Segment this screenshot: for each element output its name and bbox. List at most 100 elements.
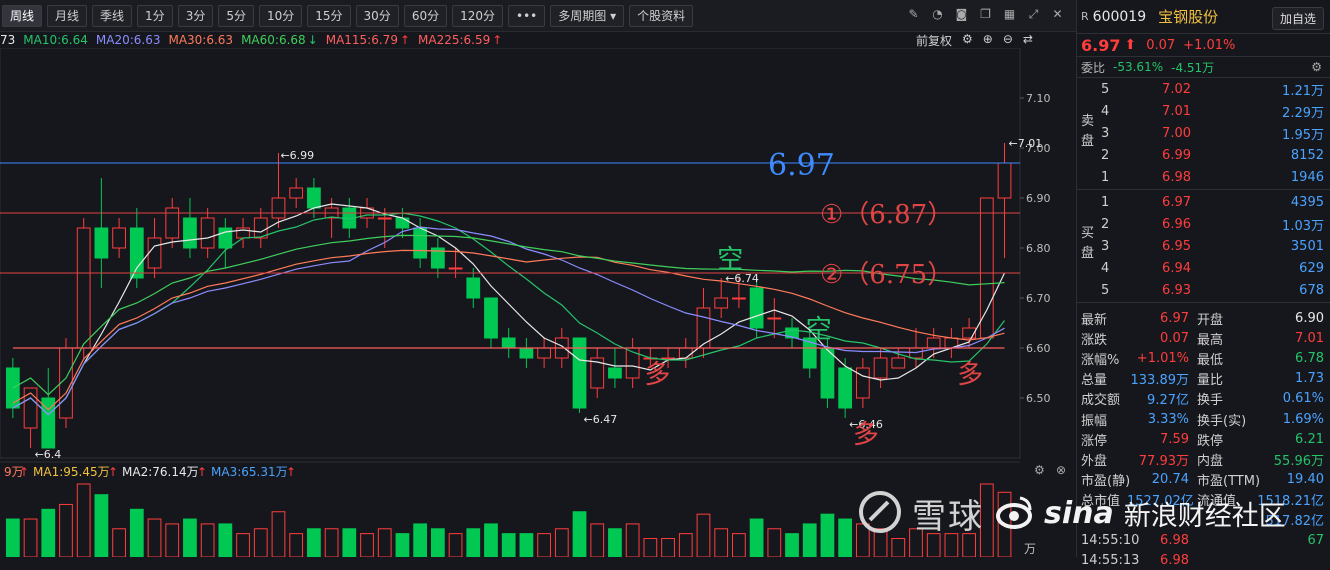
stat-value: 1.73 <box>1295 371 1324 387</box>
level-volume: 629 <box>1299 261 1324 277</box>
level-index: 5 <box>1101 81 1110 97</box>
book-separator <box>1077 189 1330 190</box>
brush-icon[interactable]: ✎ <box>907 8 920 21</box>
period-button[interactable]: 60分 <box>403 4 448 27</box>
period-button[interactable]: 30分 <box>355 4 399 27</box>
grid-icon[interactable]: ▦ <box>1003 8 1016 21</box>
stat-value: 55.96万 <box>1273 453 1324 469</box>
weicha-value: -4.51万 <box>1171 60 1215 75</box>
stat-label: 成交额 <box>1081 393 1121 409</box>
more-button[interactable]: ••• <box>508 4 546 27</box>
candle-body <box>873 357 888 379</box>
bid-row[interactable]: 1 6.97 4395 <box>1101 191 1324 213</box>
ask-row[interactable]: 1 6.98 1946 <box>1101 167 1324 189</box>
level-index: 2 <box>1101 148 1110 164</box>
stock-code: 600019 <box>1092 8 1147 25</box>
ma-legend-item: 73 <box>0 33 16 47</box>
level-price: 6.96 <box>1162 216 1191 232</box>
level-index: 3 <box>1101 238 1110 254</box>
signal-annotation: 空 <box>806 315 832 345</box>
period-button[interactable]: 10分 <box>258 4 303 27</box>
level-price: 6.97 <box>1162 194 1191 210</box>
y-tick-label: 6.80 <box>1026 242 1051 255</box>
volume-bar <box>59 503 73 558</box>
stat-label: 振幅 <box>1081 413 1108 429</box>
bid-row[interactable]: 5 6.93 678 <box>1101 280 1324 302</box>
volume-bar <box>519 533 534 558</box>
candle-body <box>661 357 675 360</box>
stat-value: 6.90 <box>1295 310 1324 326</box>
candle-body <box>23 387 38 429</box>
signal-annotation: 空 <box>717 245 743 275</box>
period-button[interactable]: 3分 <box>177 4 214 27</box>
volume-bar <box>360 533 374 558</box>
gear-icon[interactable]: ⚙ <box>1311 60 1322 74</box>
stat-label: 跌停 <box>1197 433 1224 449</box>
ask-row[interactable]: 3 7.00 1.95万 <box>1101 122 1324 144</box>
ma-legend-item: MA115:6.79 <box>325 33 398 47</box>
y-tick-label: 7.10 <box>1026 92 1051 105</box>
period-button[interactable]: 15分 <box>307 4 351 27</box>
volume-bar <box>608 528 622 558</box>
stat-label: 总量 <box>1081 373 1108 389</box>
candle-body <box>678 347 693 359</box>
add-watchlist-button[interactable]: 加自选 <box>1271 7 1324 30</box>
zoom-in-icon[interactable]: ⊕ <box>983 32 993 49</box>
last-price: 6.97 <box>1081 35 1121 55</box>
stat-label: 14:55:13 <box>1081 552 1140 568</box>
volume-bar <box>236 533 250 558</box>
period-button[interactable]: 月线 <box>47 4 88 27</box>
volume-bar <box>94 494 109 558</box>
period-button[interactable]: 120分 <box>452 4 503 27</box>
volume-bar <box>661 538 675 558</box>
candle-body <box>307 187 321 209</box>
expand-icon[interactable]: ⤢ <box>1027 8 1040 21</box>
swap-icon[interactable]: ⇄ <box>1023 32 1033 49</box>
ask-row[interactable]: 5 7.02 1.21万 <box>1101 78 1324 100</box>
close-icon[interactable]: ✕ <box>1051 8 1064 21</box>
level-price: 6.99 <box>1162 148 1191 164</box>
volume-bar <box>129 508 144 558</box>
ask-row[interactable]: 4 7.01 2.29万 <box>1101 100 1324 122</box>
level-volume: 2.29万 <box>1282 105 1324 121</box>
settings-icon[interactable]: ⚙ <box>962 32 973 49</box>
fuquan-dropdown[interactable]: 前复权 <box>916 32 952 49</box>
zoom-out-icon[interactable]: ⊖ <box>1003 32 1013 49</box>
volume-bar <box>183 518 197 558</box>
stat-value: 6.97 <box>1160 310 1189 326</box>
volume-bar <box>289 533 304 558</box>
volume-bar <box>820 513 835 558</box>
period-button[interactable]: 1分 <box>137 4 173 27</box>
camera-icon[interactable]: ◙ <box>955 8 968 21</box>
volume-bar <box>76 483 91 558</box>
ask-row[interactable]: 2 6.99 8152 <box>1101 145 1324 167</box>
stats-row: 14:55:13 6.98 <box>1077 550 1330 570</box>
y-tick-label: 6.50 <box>1026 392 1051 405</box>
alarm-icon[interactable]: ◔ <box>931 8 944 21</box>
y-tick-label: 6.70 <box>1026 292 1051 305</box>
stat-value: +1.01% <box>1136 350 1189 366</box>
volume-legend-item: MA1:95.45万 <box>33 465 110 479</box>
volume-bar <box>749 518 764 558</box>
level-index: 4 <box>1101 103 1110 119</box>
period-button[interactable]: 5分 <box>218 4 254 27</box>
bid-row[interactable]: 4 6.94 629 <box>1101 258 1324 280</box>
signal-annotation: 多 <box>644 360 670 390</box>
y-tick-label: 6.90 <box>1026 192 1051 205</box>
ma-legend-item: MA225:6.59 <box>418 33 491 47</box>
bid-row[interactable]: 2 6.96 1.03万 <box>1101 213 1324 235</box>
stock-profile-button[interactable]: 个股资料 <box>629 4 694 27</box>
ma-legend-item: MA10:6.64 <box>23 33 88 47</box>
period-button[interactable]: 季线 <box>92 4 133 27</box>
candle-body <box>608 367 622 379</box>
stat-label: 涨停 <box>1081 433 1108 449</box>
stat-label: 最低 <box>1197 352 1224 368</box>
xueqiu-logo-icon <box>858 490 902 537</box>
stats-row: 外盘 77.93万 内盘 55.96万 <box>1077 449 1330 469</box>
period-button[interactable]: 周线 <box>2 4 43 27</box>
volume-legend-item: MA2:76.14万 <box>122 465 199 479</box>
multi-period-dropdown[interactable]: 多周期图 ▾ <box>550 4 625 27</box>
window-icon[interactable]: ❐ <box>979 8 992 21</box>
volume-bar <box>307 528 321 558</box>
bid-row[interactable]: 3 6.95 3501 <box>1101 235 1324 257</box>
